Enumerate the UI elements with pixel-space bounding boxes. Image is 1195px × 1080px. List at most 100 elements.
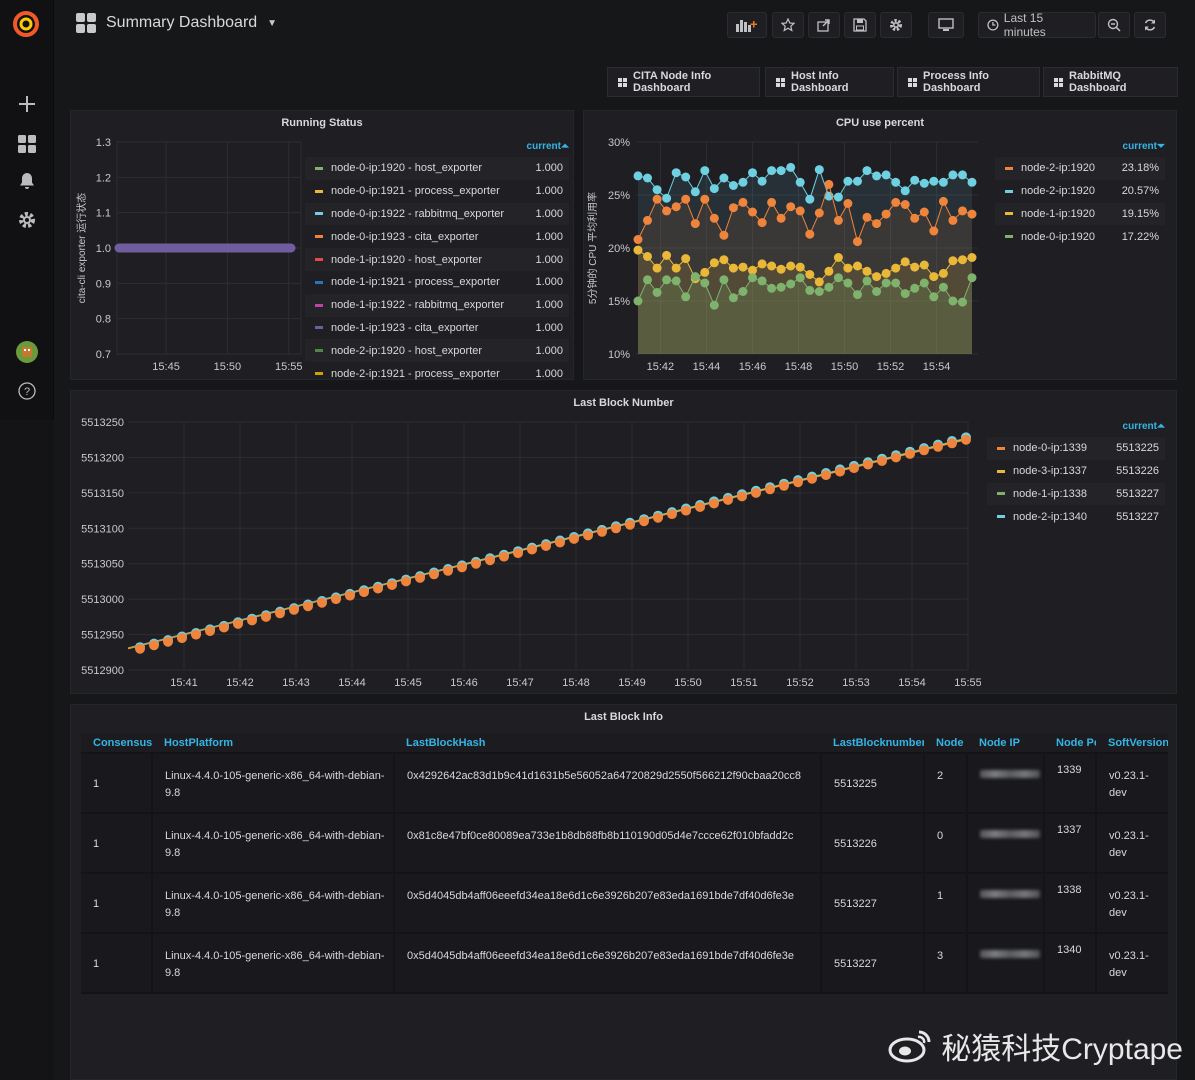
refresh-button[interactable]	[1134, 12, 1166, 38]
data-point[interactable]	[499, 551, 509, 562]
data-point[interactable]	[862, 266, 872, 276]
data-point[interactable]	[625, 519, 635, 530]
data-point[interactable]	[639, 516, 649, 527]
column-header-node-port[interactable]: Node Port	[1044, 733, 1096, 754]
data-point[interactable]	[671, 263, 681, 273]
data-point[interactable]	[805, 285, 815, 295]
column-header-consensus[interactable]: Consensus	[81, 733, 152, 754]
data-point[interactable]	[738, 262, 748, 272]
data-point[interactable]	[289, 604, 299, 615]
data-point[interactable]	[527, 544, 537, 555]
data-point[interactable]	[671, 168, 681, 178]
data-point[interactable]	[853, 290, 862, 300]
data-point[interactable]	[805, 270, 815, 279]
data-point[interactable]	[833, 273, 843, 283]
data-point[interactable]	[900, 257, 910, 267]
data-point[interactable]	[833, 253, 843, 262]
avatar[interactable]	[15, 340, 39, 364]
data-point[interactable]	[597, 526, 607, 537]
data-point[interactable]	[767, 283, 777, 293]
data-point[interactable]	[700, 278, 710, 288]
data-point[interactable]	[793, 477, 803, 488]
settings-button[interactable]	[880, 12, 912, 38]
data-point[interactable]	[652, 185, 662, 195]
data-point[interactable]	[958, 297, 967, 307]
data-point[interactable]	[776, 282, 786, 292]
data-point[interactable]	[633, 235, 643, 244]
data-point[interactable]	[919, 207, 929, 217]
data-point[interactable]	[919, 445, 929, 456]
data-point[interactable]	[738, 197, 748, 207]
data-point[interactable]	[807, 473, 817, 484]
legend-item[interactable]: node-1-ip:1338 5513227	[987, 482, 1165, 506]
legend-item[interactable]: node-0-ip:1921 - process_exporter 1.000	[305, 180, 569, 203]
data-point[interactable]	[967, 177, 977, 187]
data-point[interactable]	[415, 572, 425, 583]
data-point[interactable]	[541, 541, 551, 551]
data-point[interactable]	[709, 184, 719, 194]
data-point[interactable]	[633, 245, 643, 255]
star-button[interactable]	[772, 12, 804, 38]
data-point[interactable]	[767, 166, 777, 176]
data-point[interactable]	[633, 171, 643, 181]
legend-item[interactable]: node-0-ip:1920 - host_exporter 1.000	[305, 157, 569, 180]
data-point[interactable]	[690, 187, 700, 197]
legend-item[interactable]: node-0-ip:1920 17.22%	[995, 225, 1165, 248]
data-point[interactable]	[643, 215, 652, 225]
data-point[interactable]	[795, 206, 805, 216]
data-point[interactable]	[662, 275, 672, 285]
data-point[interactable]	[948, 256, 958, 266]
dashboard-picker[interactable]: Summary Dashboard ▼	[76, 13, 277, 33]
data-point[interactable]	[814, 277, 824, 287]
data-point[interactable]	[719, 230, 729, 240]
data-point[interactable]	[767, 261, 777, 271]
data-point[interactable]	[948, 215, 958, 225]
data-point[interactable]	[671, 276, 681, 286]
data-point[interactable]	[891, 177, 901, 187]
data-point[interactable]	[805, 229, 815, 239]
legend-sort-current[interactable]: current⏶	[987, 421, 1165, 437]
time-picker-button[interactable]: Last 15 minutes	[978, 11, 1096, 39]
data-point[interactable]	[700, 166, 710, 176]
data-point[interactable]	[872, 171, 882, 181]
data-point[interactable]	[275, 608, 285, 619]
data-point[interactable]	[233, 618, 243, 629]
data-point[interactable]	[219, 622, 229, 633]
data-point[interactable]	[719, 173, 729, 183]
column-header-softversion[interactable]: SoftVersion	[1096, 733, 1168, 754]
legend-item[interactable]: node-2-ip:1920 - host_exporter 1.000	[305, 339, 569, 363]
data-point[interactable]	[709, 258, 719, 268]
data-point[interactable]	[900, 289, 910, 299]
data-point[interactable]	[643, 252, 652, 261]
data-point[interactable]	[843, 278, 853, 288]
data-point[interactable]	[748, 207, 757, 217]
data-point[interactable]	[457, 562, 467, 573]
data-point[interactable]	[303, 601, 313, 612]
data-point[interactable]	[163, 636, 173, 647]
data-point[interactable]	[429, 569, 439, 580]
data-point[interactable]	[910, 213, 920, 223]
data-point[interactable]	[821, 470, 831, 481]
data-point[interactable]	[795, 262, 805, 272]
data-point[interactable]	[695, 502, 705, 512]
data-point[interactable]	[776, 264, 786, 274]
data-point[interactable]	[862, 166, 872, 176]
data-point[interactable]	[814, 208, 824, 218]
data-point[interactable]	[359, 587, 369, 598]
data-point[interactable]	[853, 237, 862, 247]
legend-item[interactable]: node-2-ip:1920 20.57%	[995, 180, 1165, 203]
data-point[interactable]	[149, 640, 159, 651]
legend-item[interactable]: node-1-ip:1921 - process_exporter 1.000	[305, 271, 569, 294]
data-point[interactable]	[795, 177, 805, 187]
data-point[interactable]	[833, 192, 843, 202]
data-point[interactable]	[643, 275, 652, 285]
data-point[interactable]	[961, 434, 971, 445]
data-point[interactable]	[667, 509, 677, 520]
data-point[interactable]	[786, 162, 796, 172]
data-point[interactable]	[919, 278, 929, 288]
data-point[interactable]	[881, 209, 891, 219]
legend-item[interactable]: node-2-ip:1921 - process_exporter 1.000	[305, 362, 569, 385]
legend-item[interactable]: node-2-ip:1340 5513227	[987, 505, 1165, 528]
data-point[interactable]	[814, 165, 824, 175]
link-rabbitmq[interactable]: RabbitMQ Dashboard	[1043, 67, 1178, 97]
